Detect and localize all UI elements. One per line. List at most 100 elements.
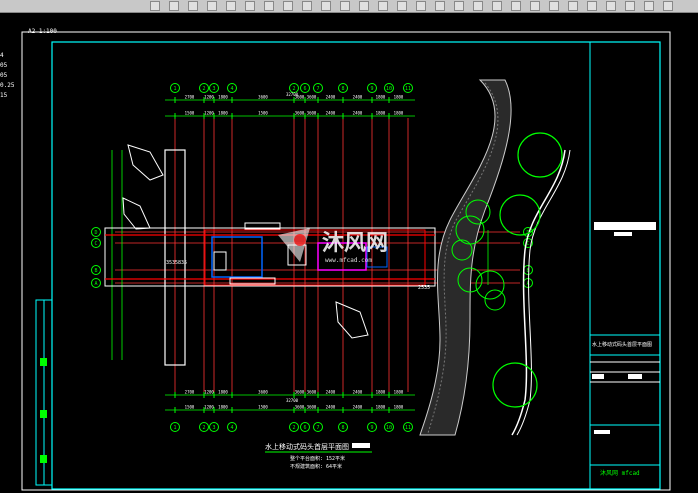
- left-binding-strip: [35, 299, 53, 486]
- toolbar-button[interactable]: [150, 1, 160, 11]
- dimension-value: 1800: [376, 405, 386, 410]
- toolbar: [0, 0, 698, 13]
- dimension-value: 2400: [353, 111, 363, 116]
- dimension-value: 1800: [394, 405, 404, 410]
- axis-label: 7: [316, 425, 319, 431]
- toolbar-button[interactable]: [226, 1, 236, 11]
- dimension-value: 3600: [258, 390, 268, 395]
- dimension-value: 3600: [295, 390, 305, 395]
- dimension-value: 1500: [185, 405, 195, 410]
- dimension-total: 32700: [286, 398, 299, 403]
- note-area-2: 不规建筑面积: 64平米: [290, 463, 342, 470]
- axis-label: 1: [173, 86, 176, 92]
- left-panel-number: 0.25: [0, 82, 15, 89]
- dimension-value: 2400: [326, 95, 336, 100]
- toolbar-button[interactable]: [188, 1, 198, 11]
- axis-label: 8: [341, 86, 344, 92]
- toolbar-button[interactable]: [549, 1, 559, 11]
- plan-title-group: 水上移动式码头首层平面图 整个平台面积: 152平米 不规建筑面积: 64平米 …: [166, 260, 430, 470]
- left-panel-number: 05: [0, 72, 8, 79]
- toolbar-button[interactable]: [454, 1, 464, 11]
- dimension-value: 1800: [394, 95, 404, 100]
- dock-structure: [104, 149, 436, 366]
- plan-label: 3535835: [166, 260, 187, 266]
- toolbar-button[interactable]: [321, 1, 331, 11]
- toolbar-button[interactable]: [587, 1, 597, 11]
- dimension-value: 3600: [307, 111, 317, 116]
- dim-label: 2535: [418, 285, 430, 291]
- axis-label: 4: [230, 425, 233, 431]
- axis-label: 4: [230, 86, 233, 92]
- toolbar-button[interactable]: [169, 1, 179, 11]
- axis-label: 3: [212, 86, 215, 92]
- toolbar-button[interactable]: [340, 1, 350, 11]
- dimension-value: 3600: [307, 405, 317, 410]
- toolbar-button[interactable]: [378, 1, 388, 11]
- dimension-value: 2400: [326, 390, 336, 395]
- axis-label: A: [94, 281, 97, 287]
- toolbar-button[interactable]: [435, 1, 445, 11]
- dimension-value: 2400: [353, 405, 363, 410]
- cad-drawing-canvas[interactable]: A2 1:100 11223344226677889910101111D DC CB…: [0, 13, 698, 493]
- axis-label: 11: [405, 425, 411, 431]
- toolbar-button[interactable]: [492, 1, 502, 11]
- toolbar-button[interactable]: [530, 1, 540, 11]
- toolbar-button[interactable]: [644, 1, 654, 11]
- title-block-project-title: 水上移动式码头首层平面图: [592, 341, 652, 348]
- toolbar-button[interactable]: [302, 1, 312, 11]
- dimension-value: 1800: [376, 111, 386, 116]
- toolbar-button[interactable]: [473, 1, 483, 11]
- axis-label: 8: [341, 425, 344, 431]
- watermark-text: 沐风网: [322, 231, 388, 256]
- dimension-value: 1800: [218, 95, 228, 100]
- toolbar-button[interactable]: [245, 1, 255, 11]
- axis-label: 9: [370, 86, 373, 92]
- toolbar-button[interactable]: [264, 1, 274, 11]
- axis-label: 3: [212, 425, 215, 431]
- toolbar-button[interactable]: [397, 1, 407, 11]
- title-block: 水上移动式码头首层平面图 沐风网 mfcad: [590, 222, 660, 477]
- toolbar-button[interactable]: [359, 1, 369, 11]
- axis-label: 7: [316, 86, 319, 92]
- title-block-footer: 沐风网 mfcad: [600, 469, 640, 477]
- dimension-total: 32700: [286, 92, 299, 97]
- dimension-value: 1800: [394, 390, 404, 395]
- toolbar-button[interactable]: [416, 1, 426, 11]
- axis-label: 11: [405, 86, 411, 92]
- toolbar-button[interactable]: [606, 1, 616, 11]
- dimension-value: 3600: [295, 111, 305, 116]
- dimension-value: 2400: [353, 390, 363, 395]
- axis-label: D: [94, 230, 97, 236]
- inner-border: [51, 41, 661, 490]
- toolbar-button[interactable]: [283, 1, 293, 11]
- left-panel-number: 05: [0, 62, 8, 69]
- axis-label: C: [94, 241, 97, 247]
- note-area-1: 整个平台面积: 152平米: [290, 455, 345, 462]
- watermark-url: www.mfcad.com: [325, 257, 372, 264]
- toolbar-button[interactable]: [511, 1, 521, 11]
- dimension-value: 2400: [326, 405, 336, 410]
- dimension-value: 1800: [218, 390, 228, 395]
- riverbank: [419, 79, 571, 436]
- dimension-value: 1200: [204, 95, 214, 100]
- dimension-value: 2700: [185, 390, 195, 395]
- toolbar-button[interactable]: [568, 1, 578, 11]
- toolbar-button[interactable]: [625, 1, 635, 11]
- axis-label: 2: [202, 425, 205, 431]
- dimension-value: 2400: [353, 95, 363, 100]
- watermark: 沐风网 www.mfcad.com: [278, 228, 388, 264]
- dimension-value: 3600: [307, 390, 317, 395]
- dimension-value: 1800: [218, 111, 228, 116]
- axis-label: 6: [303, 86, 306, 92]
- axis-label: 2: [292, 425, 295, 431]
- axis-label: 9: [370, 425, 373, 431]
- toolbar-button[interactable]: [207, 1, 217, 11]
- axis-label: 6: [303, 425, 306, 431]
- dimension-value: 1800: [394, 111, 404, 116]
- toolbar-button[interactable]: [663, 1, 673, 11]
- dimension-value: 1500: [258, 405, 268, 410]
- dimension-value: 3600: [307, 95, 317, 100]
- left-panel-number: 4: [0, 52, 4, 59]
- axis-label: B: [94, 268, 97, 274]
- axis-label: 2: [202, 86, 205, 92]
